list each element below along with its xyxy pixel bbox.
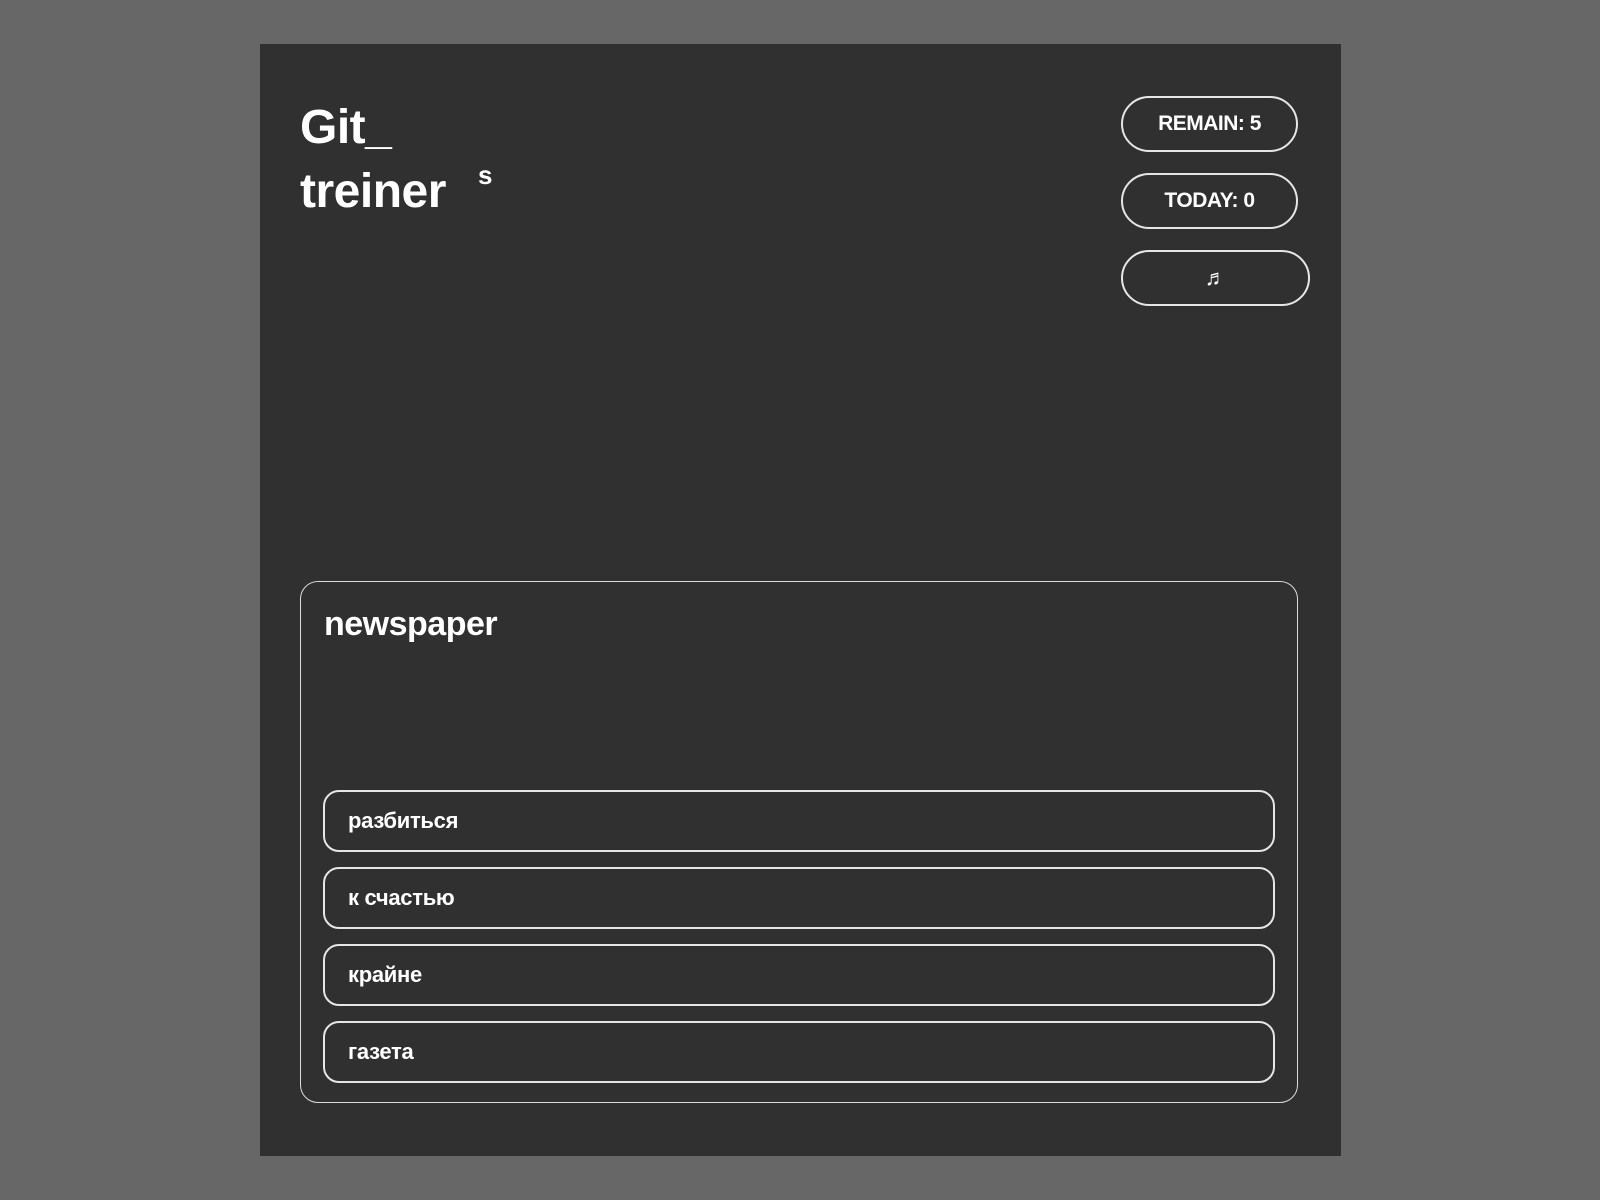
app-panel: Git_ treiner s REMAIN: 5 TODAY: 0 ♬ news…	[260, 44, 1341, 1156]
answer-option-3[interactable]: крайне	[323, 944, 1275, 1006]
quiz-word: newspaper	[324, 605, 498, 643]
remain-counter-button[interactable]: REMAIN: 5	[1121, 96, 1298, 152]
music-toggle-button[interactable]: ♬	[1121, 250, 1310, 306]
answer-option-1[interactable]: разбиться	[323, 790, 1275, 852]
music-note-icon: ♬	[1204, 265, 1227, 290]
quiz-card: newspaper разбиться к счастью крайне газ…	[300, 581, 1298, 1103]
logo-superscript: s	[478, 160, 492, 190]
today-counter-button[interactable]: TODAY: 0	[1121, 173, 1298, 229]
answer-option-4[interactable]: газета	[323, 1021, 1275, 1083]
app-logo: Git_ treiner s	[300, 96, 492, 224]
answer-options: разбиться к счастью крайне газета	[323, 790, 1275, 1098]
logo-line-1: Git_	[300, 101, 392, 154]
answer-option-2[interactable]: к счастью	[323, 867, 1275, 929]
logo-line-2: treiner	[300, 165, 446, 218]
